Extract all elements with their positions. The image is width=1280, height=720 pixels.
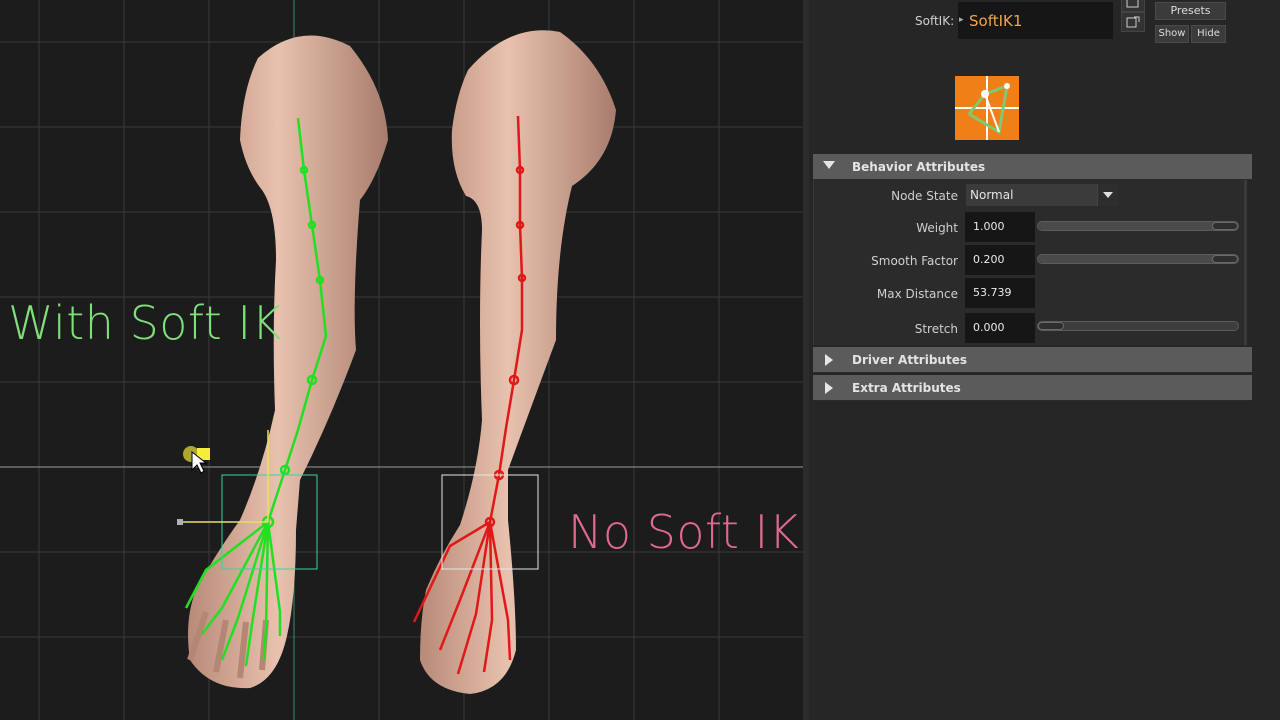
max-distance-field[interactable]: 53.739 bbox=[965, 278, 1035, 308]
slider-thumb[interactable] bbox=[1212, 222, 1238, 230]
hide-button[interactable]: Hide bbox=[1191, 25, 1226, 43]
node-name: SoftIK1 bbox=[969, 12, 1023, 30]
arm-mesh-with-softik[interactable] bbox=[187, 35, 388, 689]
node-name-field[interactable]: ▸ SoftIK1 bbox=[958, 2, 1113, 39]
focus-icon bbox=[1126, 0, 1139, 8]
softik-node-icon bbox=[955, 76, 1019, 140]
viewport-3d[interactable]: With Soft IK No Soft IK bbox=[0, 0, 803, 720]
viewport-scene bbox=[0, 0, 803, 720]
smooth-factor-label: Smooth Factor bbox=[871, 254, 958, 268]
slider-fill bbox=[1038, 222, 1225, 230]
section-title: Driver Attributes bbox=[852, 353, 967, 367]
section-title: Behavior Attributes bbox=[852, 160, 986, 174]
label-with-softik: With Soft IK bbox=[8, 296, 283, 350]
slider-fill bbox=[1038, 255, 1225, 263]
show-button[interactable]: Show bbox=[1155, 25, 1189, 43]
node-state-dropdown[interactable]: Normal bbox=[966, 184, 1118, 206]
chevron-down-icon[interactable] bbox=[1097, 184, 1118, 206]
select-node-button[interactable] bbox=[1121, 12, 1145, 32]
stretch-field[interactable]: 0.000 bbox=[965, 313, 1035, 343]
expand-triangle-icon bbox=[825, 382, 833, 394]
presets-button[interactable]: Presets bbox=[1155, 2, 1226, 20]
weight-field[interactable]: 1.000 bbox=[965, 212, 1035, 242]
smooth-factor-slider[interactable] bbox=[1037, 254, 1239, 264]
section-behavior-attributes[interactable]: Behavior Attributes bbox=[813, 154, 1252, 180]
weight-label: Weight bbox=[916, 221, 958, 235]
label-no-softik: No Soft IK bbox=[568, 505, 800, 559]
slider-thumb[interactable] bbox=[1212, 255, 1238, 263]
collapse-triangle-icon bbox=[823, 161, 835, 169]
stretch-label: Stretch bbox=[914, 322, 958, 336]
expand-arrow-icon: ▸ bbox=[959, 15, 964, 25]
select-icon bbox=[1126, 16, 1140, 28]
max-distance-label: Max Distance bbox=[876, 287, 958, 301]
focus-button[interactable] bbox=[1121, 0, 1145, 12]
section-title: Extra Attributes bbox=[852, 381, 961, 395]
node-type-label: SoftIK: bbox=[915, 14, 955, 28]
weight-slider[interactable] bbox=[1037, 221, 1239, 231]
viewport-grid bbox=[0, 0, 803, 720]
expand-triangle-icon bbox=[825, 354, 833, 366]
slider-thumb[interactable] bbox=[1038, 322, 1064, 330]
smooth-factor-field[interactable]: 0.200 bbox=[965, 245, 1035, 275]
node-state-label: Node State bbox=[891, 189, 958, 203]
stretch-slider[interactable] bbox=[1037, 321, 1239, 331]
section-extra-attributes[interactable]: Extra Attributes bbox=[813, 375, 1252, 401]
section-driver-attributes[interactable]: Driver Attributes bbox=[813, 347, 1252, 373]
attribute-editor-panel: SoftIK: ▸ SoftIK1 Presets Show Hide Beha… bbox=[809, 0, 1280, 720]
node-state-value: Normal bbox=[970, 188, 1014, 202]
